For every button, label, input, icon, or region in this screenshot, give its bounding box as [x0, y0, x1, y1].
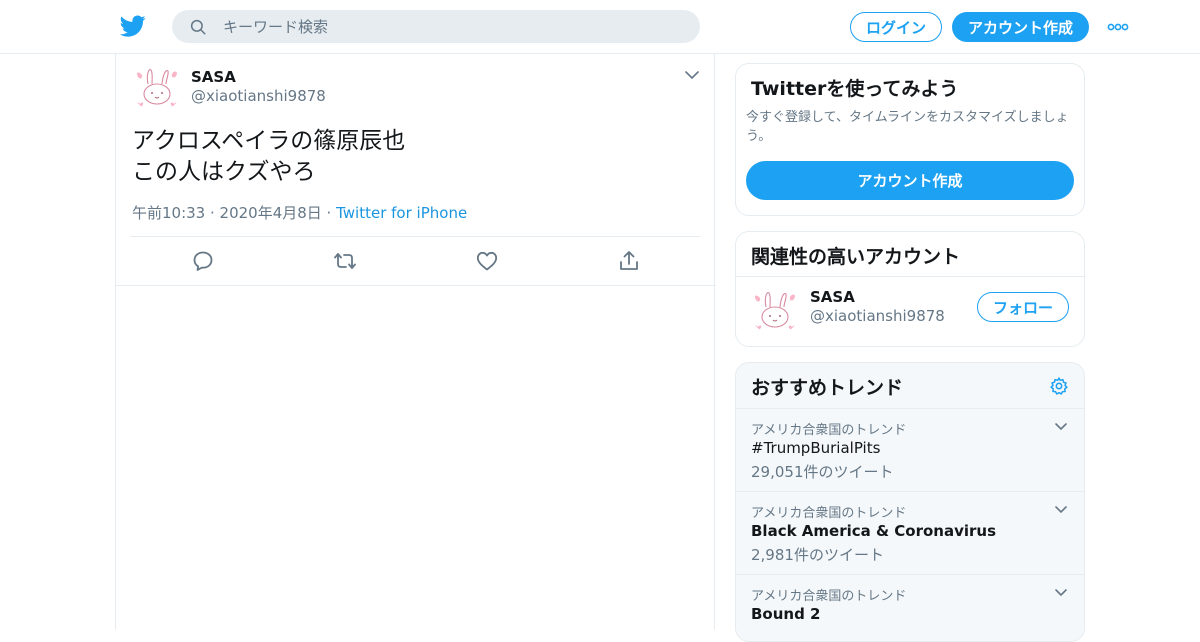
heart-icon[interactable] [475, 249, 499, 273]
follow-button[interactable]: フォロー [977, 292, 1069, 322]
signup-card-title: Twitterを使ってみよう [751, 78, 959, 100]
trend-context: アメリカ合衆国のトレンド [751, 589, 907, 604]
chevron-down-icon[interactable] [1054, 504, 1068, 516]
trend-count: 2,981件のツイート [751, 546, 884, 564]
login-button[interactable]: ログイン [850, 12, 942, 42]
search-input[interactable] [172, 10, 700, 43]
trend-context: アメリカ合衆国のトレンド [751, 506, 907, 521]
avatar[interactable] [750, 285, 800, 335]
signup-card: Twitterを使ってみよう 今すぐ登録して、タイムラインをカスタマイズしましょ… [735, 63, 1085, 216]
reply-icon[interactable] [191, 249, 215, 273]
signup-card-description: 今すぐ登録して、タイムラインをカスタマイズしましょう。 [746, 110, 1069, 144]
tweet-meta: 午前10:33 · 2020年4月8日 · Twitter for iPhone [132, 202, 467, 223]
divider [116, 285, 716, 286]
retweet-icon[interactable] [333, 249, 357, 273]
chevron-down-icon[interactable] [684, 68, 700, 82]
tweet-source-link[interactable]: Twitter for iPhone [336, 204, 467, 222]
chevron-down-icon[interactable] [1054, 587, 1068, 599]
top-bar: ログイン アカウント作成 [0, 0, 1200, 54]
tweet-text: アクロスペイラの篠原辰也 この人はクズやろ [132, 126, 405, 188]
tweet-text-line: この人はクズやろ [132, 159, 316, 185]
user-handle[interactable]: @xiaotianshi9878 [191, 87, 326, 105]
trend-name[interactable]: #TrumpBurialPits [751, 439, 880, 457]
gear-icon[interactable] [1049, 376, 1069, 396]
share-icon[interactable] [617, 249, 641, 273]
trend-name[interactable]: Black America & Coronavirus [751, 522, 996, 540]
bunny-avatar-icon [754, 292, 796, 331]
signup-card-button[interactable]: アカウント作成 [746, 161, 1074, 200]
trend-context: アメリカ合衆国のトレンド [751, 423, 907, 438]
tweet-text-line: アクロスペイラの篠原辰也 [132, 128, 406, 154]
related-card-title: 関連性の高いアカウント [751, 246, 961, 268]
related-user-name[interactable]: SASA [810, 288, 855, 306]
divider [736, 276, 1084, 277]
chevron-down-icon[interactable] [1054, 421, 1068, 433]
tweet-column: SASA @xiaotianshi9878 アクロスペイラの篠原辰也 この人はク… [115, 54, 716, 630]
trend-item[interactable]: アメリカ合衆国のトレンド Black America & Coronavirus… [736, 491, 1084, 574]
trend-item[interactable]: アメリカ合衆国のトレンド Bound 2 [736, 574, 1084, 641]
trends-card: おすすめトレンド アメリカ合衆国のトレンド #TrumpBurialPits 2… [735, 362, 1085, 642]
trend-name[interactable]: Bound 2 [751, 605, 821, 623]
trend-count: 29,051件のツイート [751, 463, 894, 481]
avatar[interactable] [132, 62, 182, 112]
tweet-timestamp[interactable]: 午前10:33 · 2020年4月8日 · [132, 204, 336, 222]
user-name[interactable]: SASA [191, 68, 236, 86]
trend-item[interactable]: アメリカ合衆国のトレンド #TrumpBurialPits 29,051件のツイ… [736, 408, 1084, 491]
search-icon [190, 19, 206, 35]
twitter-bird-icon[interactable] [119, 13, 147, 39]
more-icon[interactable] [1107, 20, 1129, 34]
related-accounts-card: 関連性の高いアカウント SASA @xiaotianshi9878 フォロー [735, 231, 1085, 347]
trends-card-title: おすすめトレンド [751, 377, 904, 399]
signup-button[interactable]: アカウント作成 [952, 12, 1089, 42]
tweet-actions [116, 237, 716, 285]
bunny-avatar-icon [136, 69, 178, 108]
related-user-handle[interactable]: @xiaotianshi9878 [810, 307, 945, 325]
